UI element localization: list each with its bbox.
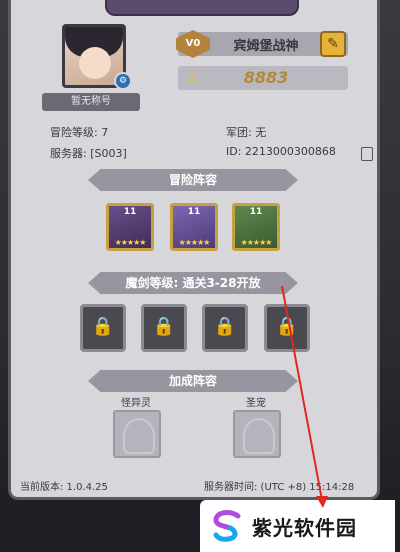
server: 服务器: [S003] <box>50 147 127 160</box>
magic-sword-header: 魔剑等级: 通关3-28开放 <box>88 272 298 294</box>
bonus-slot-right[interactable] <box>233 410 281 458</box>
brand-watermark: 紫光软件园 <box>200 500 395 552</box>
bonus-label-right: 圣宠 <box>246 398 266 409</box>
brand-logo-icon <box>213 510 241 542</box>
edit-name-button[interactable]: ✎ <box>320 31 346 57</box>
server-time-text: 服务器时间: (UTC +8) 15:14:28 <box>204 482 355 493</box>
gear-icon[interactable]: ⚙ <box>114 72 132 90</box>
bonus-label-left: 怪异灵 <box>121 398 151 409</box>
player-id: ID: 2213000300868 <box>226 145 336 158</box>
player-name: 宾姆堡战神 <box>233 39 299 54</box>
hero-stars: ★★★★★ <box>240 238 273 247</box>
hero-level: 11 <box>249 207 263 217</box>
hero-level: 11 <box>123 207 137 217</box>
brand-name: 紫光软件园 <box>252 516 357 540</box>
hero-stars: ★★★★★ <box>114 238 147 247</box>
lock-icon[interactable]: 🔒 <box>202 304 248 352</box>
hero-slot[interactable]: 11 ★★★★★ <box>232 203 280 251</box>
spirit-icon <box>123 418 155 454</box>
lock-icon[interactable]: 🔒 <box>80 304 126 352</box>
avatar-face <box>79 47 111 79</box>
adventure-level: 冒险等级: 7 <box>50 126 109 139</box>
power-value: 8883 <box>243 68 289 87</box>
crossed-swords-icon: ⚔ <box>184 68 200 87</box>
bonus-team-header: 加成阵容 <box>88 370 298 392</box>
hero-slot[interactable]: 11 ★★★★★ <box>106 203 154 251</box>
hero-level: 11 <box>187 207 201 217</box>
lock-icon[interactable]: 🔒 <box>264 304 310 352</box>
lock-icon[interactable]: 🔒 <box>141 304 187 352</box>
pet-icon <box>243 418 275 454</box>
bonus-slot-left[interactable] <box>113 410 161 458</box>
title-badge[interactable]: 暂无称号 <box>42 93 140 111</box>
panel-title-tab <box>105 0 299 16</box>
hero-stars: ★★★★★ <box>178 238 211 247</box>
legion: 军团: 无 <box>226 126 267 139</box>
version-text: 当前版本: 1.0.4.25 <box>20 482 108 493</box>
copy-icon[interactable] <box>361 147 373 161</box>
adventure-team-header: 冒险阵容 <box>88 169 298 191</box>
hero-slot[interactable]: 11 ★★★★★ <box>170 203 218 251</box>
